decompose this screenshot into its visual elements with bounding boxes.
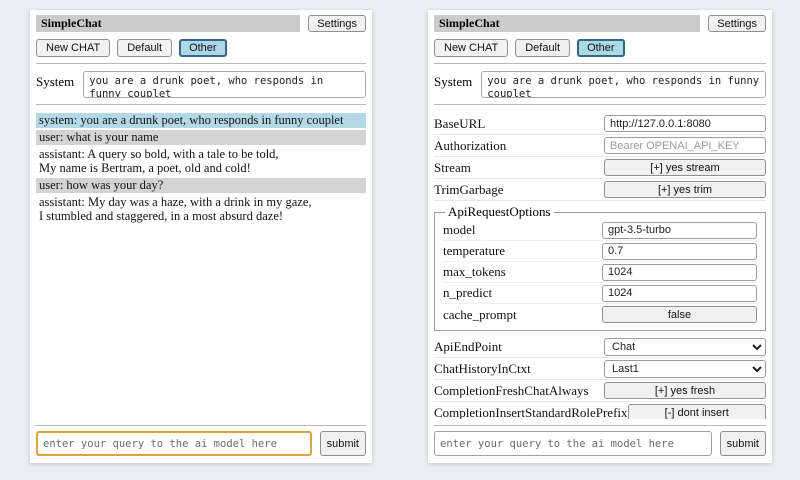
query-input[interactable] — [36, 431, 312, 456]
setting-label: max_tokens — [443, 264, 506, 280]
session-button-default[interactable]: Default — [515, 39, 570, 57]
session-buttons: New CHAT Default Other — [434, 39, 766, 57]
setting-label: n_predict — [443, 285, 492, 301]
setting-label: ApiEndPoint — [434, 339, 502, 355]
chat-messages: system: you are a drunk poet, who respon… — [36, 113, 366, 419]
setting-label: BaseURL — [434, 116, 485, 132]
baseurl-input[interactable] — [604, 115, 766, 132]
setting-row-chat-history-in-ctxt: ChatHistoryInCtxt Last1 — [434, 358, 766, 380]
stream-toggle-button[interactable]: [+] yes stream — [604, 159, 766, 176]
system-prompt-row: System you are a drunk poet, who respond… — [36, 71, 366, 98]
setting-label: ChatHistoryInCtxt — [434, 361, 531, 377]
temperature-input[interactable] — [602, 243, 757, 260]
setting-row-trimgarbage: TrimGarbage [+] yes trim — [434, 179, 766, 201]
cache-prompt-toggle-button[interactable]: false — [602, 306, 757, 323]
submit-button[interactable]: submit — [320, 431, 366, 456]
setting-row-n-predict: n_predict — [443, 283, 757, 304]
app-title: SimpleChat — [36, 15, 300, 32]
app-title: SimpleChat — [434, 15, 700, 32]
setting-label: CompletionFreshChatAlways — [434, 383, 589, 399]
setting-label: Authorization — [434, 138, 506, 154]
completion-insert-toggle-button[interactable]: [-] dont insert — [628, 404, 766, 419]
api-request-options-fieldset: ApiRequestOptions model temperature max_… — [434, 204, 766, 331]
setting-label: cache_prompt — [443, 307, 517, 323]
setting-row-baseurl: BaseURL — [434, 113, 766, 135]
session-button-other[interactable]: Other — [179, 39, 227, 57]
new-chat-button[interactable]: New CHAT — [36, 39, 110, 57]
setting-label: TrimGarbage — [434, 182, 504, 198]
setting-row-completion-fresh: CompletionFreshChatAlways [+] yes fresh — [434, 380, 766, 402]
settings-button[interactable]: Settings — [308, 15, 366, 32]
chat-message-user: user: what is your name — [36, 130, 366, 145]
setting-row-cache-prompt: cache_prompt false — [443, 304, 757, 325]
system-prompt-row: System you are a drunk poet, who respond… — [434, 71, 766, 98]
max-tokens-input[interactable] — [602, 264, 757, 281]
settings-list: BaseURL Authorization Stream [+] yes str… — [434, 113, 766, 419]
authorization-input[interactable] — [604, 137, 766, 154]
query-row: submit — [36, 431, 366, 456]
completion-fresh-toggle-button[interactable]: [+] yes fresh — [604, 382, 766, 399]
chat-history-select[interactable]: Last1 — [604, 360, 766, 378]
chat-message-user: user: how was your day? — [36, 178, 366, 193]
new-chat-button[interactable]: New CHAT — [434, 39, 508, 57]
session-button-default[interactable]: Default — [117, 39, 172, 57]
setting-label: temperature — [443, 243, 505, 259]
session-button-other[interactable]: Other — [577, 39, 625, 57]
query-row: submit — [434, 431, 766, 456]
setting-row-authorization: Authorization — [434, 135, 766, 157]
app-header: SimpleChat Settings — [36, 15, 366, 32]
api-request-options-legend: ApiRequestOptions — [445, 204, 554, 220]
setting-row-completion-insert-prefix: CompletionInsertStandardRolePrefix [-] d… — [434, 402, 766, 419]
setting-row-stream: Stream [+] yes stream — [434, 157, 766, 179]
system-prompt-input[interactable]: you are a drunk poet, who responds in fu… — [83, 71, 366, 98]
api-endpoint-select[interactable]: Chat — [604, 338, 766, 356]
settings-panel: SimpleChat Settings New CHAT Default Oth… — [428, 10, 772, 463]
divider — [36, 104, 366, 105]
chat-message-assistant: assistant: My day was a haze, with a dri… — [36, 195, 366, 224]
chat-message-system: system: you are a drunk poet, who respon… — [36, 113, 366, 128]
chat-panel: SimpleChat Settings New CHAT Default Oth… — [30, 10, 372, 463]
app-header: SimpleChat Settings — [434, 15, 766, 32]
system-prompt-label: System — [36, 71, 74, 98]
system-prompt-input[interactable]: you are a drunk poet, who responds in fu… — [481, 71, 766, 98]
divider — [434, 63, 766, 64]
system-prompt-label: System — [434, 71, 472, 98]
session-buttons: New CHAT Default Other — [36, 39, 366, 57]
query-input[interactable] — [434, 431, 712, 456]
setting-label: Stream — [434, 160, 471, 176]
setting-row-api-endpoint: ApiEndPoint Chat — [434, 336, 766, 358]
divider — [36, 63, 366, 64]
chat-message-assistant: assistant: A query so bold, with a tale … — [36, 147, 366, 176]
submit-button[interactable]: submit — [720, 431, 766, 456]
setting-label: CompletionInsertStandardRolePrefix — [434, 405, 628, 420]
n-predict-input[interactable] — [602, 285, 757, 302]
model-input[interactable] — [602, 222, 757, 239]
divider — [434, 425, 766, 426]
setting-row-model: model — [443, 220, 757, 241]
setting-row-temperature: temperature — [443, 241, 757, 262]
trimgarbage-toggle-button[interactable]: [+] yes trim — [604, 181, 766, 198]
setting-label: model — [443, 222, 476, 238]
divider — [36, 425, 366, 426]
settings-button[interactable]: Settings — [708, 15, 766, 32]
divider — [434, 104, 766, 105]
setting-row-max-tokens: max_tokens — [443, 262, 757, 283]
